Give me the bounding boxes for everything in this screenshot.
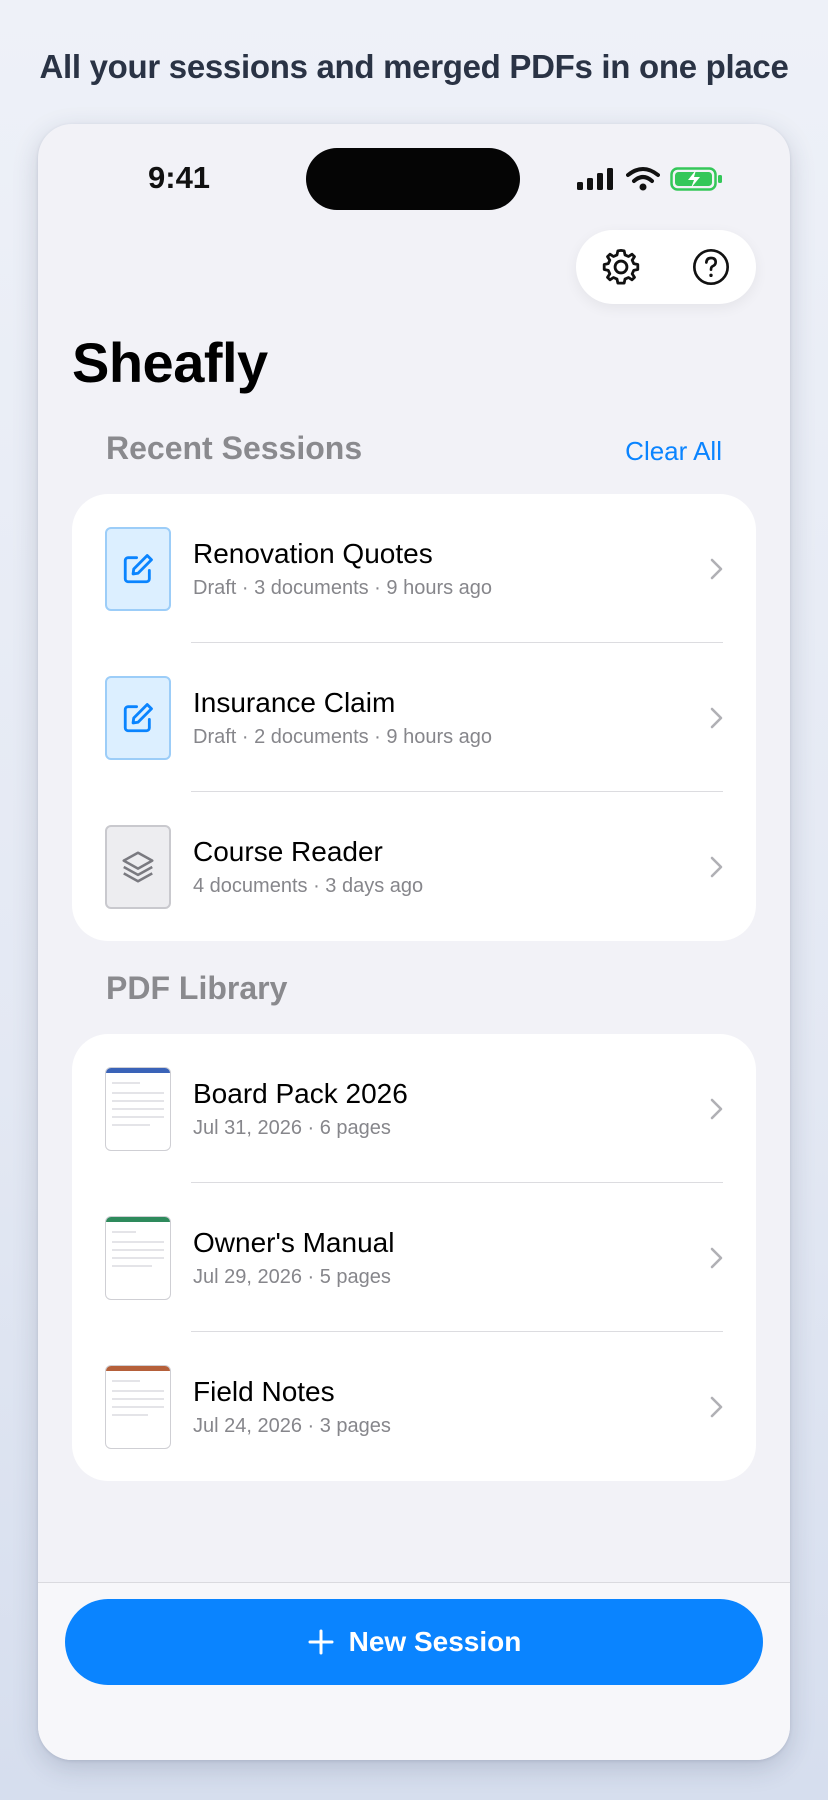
session-subtitle: Draft · 3 documents · 9 hours ago — [193, 577, 493, 599]
chevron-right-icon — [710, 1247, 723, 1268]
phone-frame: 9:41 Sheafly Recent Sessions Clear All R… — [38, 124, 790, 1760]
session-title: Insurance Claim — [193, 687, 396, 718]
gear-icon — [602, 248, 640, 285]
new-session-button[interactable]: New Session — [65, 1599, 763, 1685]
pdf-thumbnail — [105, 1364, 171, 1449]
cellular-signal-icon — [577, 168, 613, 190]
chevron-right-icon — [710, 856, 723, 877]
pdf-library-list: Board Pack 2026 Jul 31, 2026 · 6 pages O… — [72, 1034, 756, 1481]
status-time: 9:41 — [148, 160, 211, 195]
edit-icon — [123, 553, 153, 583]
headline: All your sessions and merged PDFs in one… — [39, 48, 789, 85]
session-row[interactable]: Course Reader 4 documents · 3 days ago — [72, 792, 756, 941]
status-icons — [576, 166, 724, 192]
pdf-subtitle: Jul 31, 2026 · 6 pages — [193, 1117, 391, 1139]
app-title: Sheafly — [72, 331, 268, 394]
clear-all-button[interactable]: Clear All — [625, 436, 722, 467]
edit-icon — [123, 702, 153, 732]
pdf-row[interactable]: Board Pack 2026 Jul 31, 2026 · 6 pages — [72, 1034, 756, 1183]
recent-sessions-title: Recent Sessions — [106, 430, 363, 466]
chevron-right-icon — [710, 558, 723, 579]
draft-thumbnail — [105, 526, 171, 611]
draft-thumbnail — [105, 675, 171, 760]
new-session-label: New Session — [348, 1626, 522, 1657]
pdf-title: Owner's Manual — [193, 1227, 395, 1258]
session-title: Renovation Quotes — [193, 538, 433, 569]
pdf-library-title: PDF Library — [106, 970, 288, 1006]
chevron-right-icon — [710, 1396, 723, 1417]
session-subtitle: Draft · 2 documents · 9 hours ago — [193, 726, 493, 748]
pdf-title: Board Pack 2026 — [193, 1078, 408, 1109]
session-title: Course Reader — [193, 836, 383, 867]
session-row[interactable]: Renovation Quotes Draft · 3 documents · … — [72, 494, 756, 643]
pdf-row[interactable]: Owner's Manual Jul 29, 2026 · 5 pages — [72, 1183, 756, 1332]
recent-sessions-list: Renovation Quotes Draft · 3 documents · … — [72, 494, 756, 941]
battery-charging-icon — [670, 167, 722, 191]
wifi-icon — [626, 167, 660, 191]
chevron-right-icon — [710, 1098, 723, 1119]
settings-button[interactable] — [596, 242, 646, 292]
dynamic-island — [306, 148, 520, 210]
pdf-title: Field Notes — [193, 1376, 335, 1407]
session-thumbnail — [105, 824, 171, 909]
pdf-subtitle: Jul 24, 2026 · 3 pages — [193, 1415, 391, 1437]
top-actions — [576, 230, 756, 304]
session-row[interactable]: Insurance Claim Draft · 2 documents · 9 … — [72, 643, 756, 792]
session-subtitle: 4 documents · 3 days ago — [193, 875, 424, 897]
pdf-row[interactable]: Field Notes Jul 24, 2026 · 3 pages — [72, 1332, 756, 1481]
chevron-right-icon — [710, 707, 723, 728]
pdf-thumbnail — [105, 1215, 171, 1300]
help-icon — [693, 249, 729, 285]
layers-icon — [122, 850, 154, 883]
plus-icon — [308, 1629, 334, 1655]
help-button[interactable] — [686, 242, 736, 292]
pdf-subtitle: Jul 29, 2026 · 5 pages — [193, 1266, 391, 1288]
bottom-bar: New Session — [38, 1582, 790, 1760]
pdf-thumbnail — [105, 1066, 171, 1151]
